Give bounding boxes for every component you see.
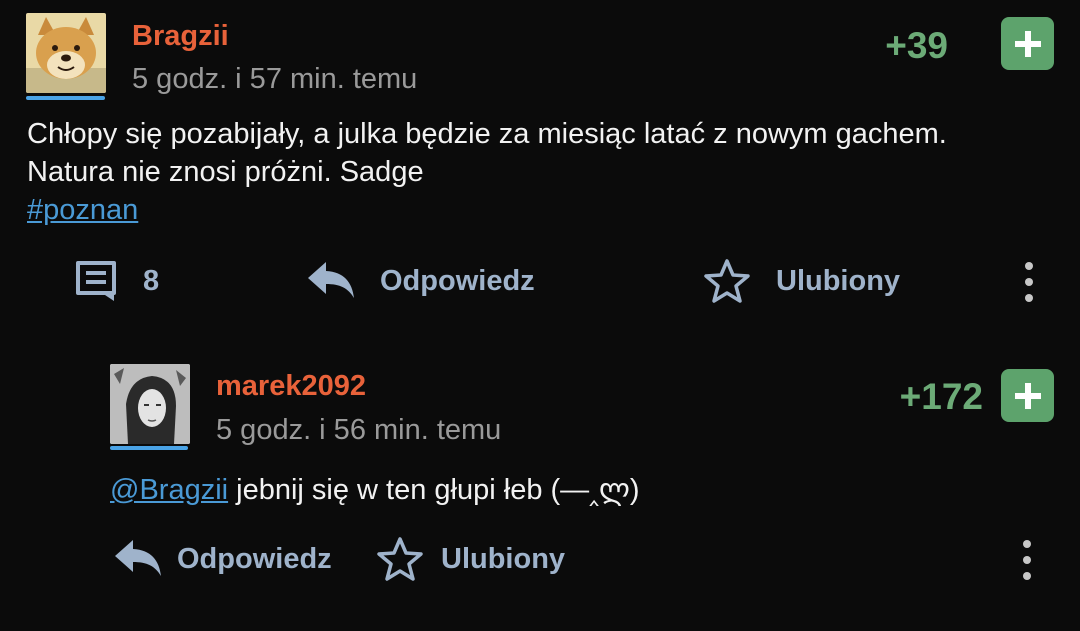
post-tag-link[interactable]: #poznan [27, 191, 138, 229]
post-timestamp: 5 godz. i 57 min. temu [132, 63, 418, 95]
more-vertical-icon[interactable] [1023, 540, 1031, 588]
plus-icon [1014, 382, 1041, 409]
user-photo-avatar[interactable] [110, 364, 190, 444]
upvote-button[interactable] [1001, 17, 1054, 70]
reply-favorite-button[interactable]: Ulubiony [441, 543, 565, 576]
post-text-line-2: Natura nie znosi próżni. Sadge [27, 156, 424, 188]
star-icon[interactable] [703, 258, 751, 304]
comments-count[interactable]: 8 [143, 265, 159, 298]
reply-icon[interactable] [306, 260, 356, 300]
reply-upvote-button[interactable] [1001, 369, 1054, 422]
post-text-line-1: Chłopy się pozabijały, a julka będzie za… [27, 118, 947, 150]
avatar-underline [110, 446, 188, 450]
reply-author[interactable]: marek2092 [216, 370, 366, 403]
post-favorite-button[interactable]: Ulubiony [776, 265, 900, 298]
reply-body: jebnij się w ten głupi łeb (—‸ლ) [236, 474, 640, 506]
post-author[interactable]: Bragzii [132, 20, 229, 53]
reply-text: @Bragzii jebnij się w ten głupi łeb (—‸ლ… [110, 471, 640, 509]
doge-avatar[interactable] [26, 13, 106, 93]
post-reply-button[interactable]: Odpowiedz [380, 265, 535, 298]
post-score: +39 [885, 25, 948, 66]
reply-timestamp: 5 godz. i 56 min. temu [216, 414, 502, 446]
mention-link[interactable]: @Bragzii [110, 474, 228, 506]
comment-icon[interactable] [74, 260, 118, 302]
reply-reply-button[interactable]: Odpowiedz [177, 543, 332, 576]
star-icon[interactable] [376, 536, 424, 582]
reply-score: +172 [899, 376, 983, 417]
plus-icon [1014, 30, 1041, 57]
avatar-underline [26, 96, 105, 100]
reply-icon[interactable] [113, 538, 163, 578]
more-vertical-icon[interactable] [1025, 262, 1033, 310]
